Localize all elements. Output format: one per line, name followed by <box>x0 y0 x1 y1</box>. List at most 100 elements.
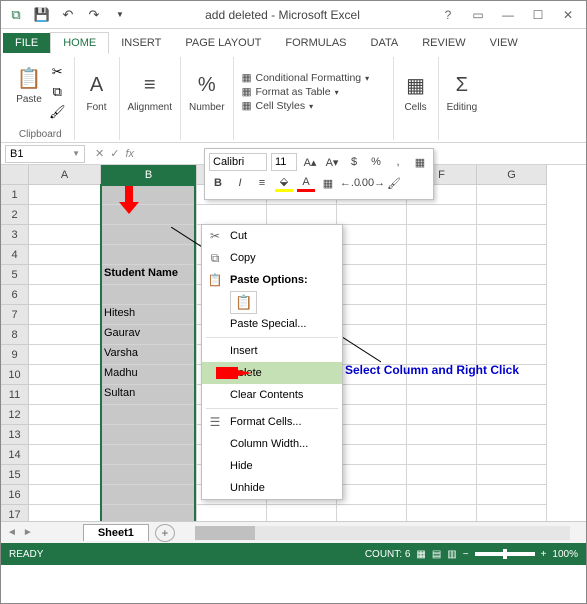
cell-F12[interactable] <box>407 405 477 425</box>
increase-font-icon[interactable]: A▴ <box>301 153 319 171</box>
cell-G4[interactable] <box>477 245 547 265</box>
ctx-unhide[interactable]: Unhide <box>202 477 342 499</box>
cell-E11[interactable] <box>337 385 407 405</box>
excel-icon[interactable]: ⧉ <box>5 4 27 26</box>
cell-B11[interactable]: Sultan <box>101 385 197 405</box>
cell-G6[interactable] <box>477 285 547 305</box>
cell-G13[interactable] <box>477 425 547 445</box>
cell-E2[interactable] <box>337 205 407 225</box>
cell-A15[interactable] <box>29 465 101 485</box>
cell-G14[interactable] <box>477 445 547 465</box>
cell-E17[interactable] <box>337 505 407 521</box>
font-color-icon[interactable]: A <box>297 174 315 192</box>
decrease-decimal-icon[interactable]: .00→ <box>363 174 381 192</box>
tab-file[interactable]: FILE <box>3 33 50 53</box>
row-header-2[interactable]: 2 <box>1 205 29 225</box>
cell-G8[interactable] <box>477 325 547 345</box>
row-header-5[interactable]: 5 <box>1 265 29 285</box>
ctx-paste-btn[interactable]: 📋 <box>202 291 342 313</box>
save-icon[interactable]: 💾 <box>31 4 53 26</box>
cell-F2[interactable] <box>407 205 477 225</box>
borders-mini-icon[interactable]: ▦ <box>411 153 429 171</box>
row-header-9[interactable]: 9 <box>1 345 29 365</box>
editing-button[interactable]: ΣEditing <box>447 72 478 113</box>
cell-A8[interactable] <box>29 325 101 345</box>
cell-G16[interactable] <box>477 485 547 505</box>
conditional-formatting-button[interactable]: ▦Conditional Formatting▾ <box>242 72 370 84</box>
cell-B10[interactable]: Madhu <box>101 365 197 385</box>
cell-A2[interactable] <box>29 205 101 225</box>
copy-icon[interactable]: ⧉ <box>49 84 66 100</box>
row-header-1[interactable]: 1 <box>1 185 29 205</box>
ctx-clear[interactable]: Clear Contents <box>202 384 342 406</box>
cell-B15[interactable] <box>101 465 197 485</box>
cell-G17[interactable] <box>477 505 547 521</box>
cell-G9[interactable] <box>477 345 547 365</box>
cell-F13[interactable] <box>407 425 477 445</box>
cell-A12[interactable] <box>29 405 101 425</box>
cell-A13[interactable] <box>29 425 101 445</box>
cell-A10[interactable] <box>29 365 101 385</box>
bold-icon[interactable]: B <box>209 174 227 192</box>
zoom-in-icon[interactable]: + <box>541 549 547 560</box>
cell-G7[interactable] <box>477 305 547 325</box>
ctx-copy[interactable]: ⧉Copy <box>202 247 342 269</box>
row-header-10[interactable]: 10 <box>1 365 29 385</box>
new-sheet-button[interactable]: + <box>155 524 175 542</box>
sheet-tab-active[interactable]: Sheet1 <box>83 524 149 541</box>
fill-color-icon[interactable]: ⬙ <box>275 174 293 192</box>
cell-F15[interactable] <box>407 465 477 485</box>
cell-A1[interactable] <box>29 185 101 205</box>
column-header-A[interactable]: A <box>29 165 101 185</box>
comma-icon[interactable]: , <box>389 153 407 171</box>
tab-view[interactable]: VIEW <box>478 33 530 53</box>
cell-C2[interactable] <box>197 205 267 225</box>
currency-icon[interactable]: $ <box>345 153 363 171</box>
tab-formulas[interactable]: FORMULAS <box>273 33 358 53</box>
ctx-hide[interactable]: Hide <box>202 455 342 477</box>
increase-decimal-icon[interactable]: ←.0 <box>341 174 359 192</box>
cell-F9[interactable] <box>407 345 477 365</box>
font-button[interactable]: AFont <box>83 72 111 113</box>
row-header-4[interactable]: 4 <box>1 245 29 265</box>
row-header-14[interactable]: 14 <box>1 445 29 465</box>
row-header-7[interactable]: 7 <box>1 305 29 325</box>
undo-icon[interactable]: ↶ <box>57 4 79 26</box>
cell-B13[interactable] <box>101 425 197 445</box>
italic-icon[interactable]: I <box>231 174 249 192</box>
cell-A11[interactable] <box>29 385 101 405</box>
cell-F3[interactable] <box>407 225 477 245</box>
border-icon[interactable]: ▦ <box>319 174 337 192</box>
ctx-insert[interactable]: Insert <box>202 340 342 362</box>
row-header-17[interactable]: 17 <box>1 505 29 521</box>
cell-G2[interactable] <box>477 205 547 225</box>
column-header-B[interactable]: B <box>101 165 197 185</box>
view-normal-icon[interactable]: ▦ <box>416 549 425 560</box>
format-as-table-button[interactable]: ▦Format as Table▾ <box>242 86 339 98</box>
cell-A16[interactable] <box>29 485 101 505</box>
tab-review[interactable]: REVIEW <box>410 33 477 53</box>
percent-icon[interactable]: % <box>367 153 385 171</box>
minimize-icon[interactable]: — <box>494 5 522 25</box>
format-painter-mini-icon[interactable]: 🖌 <box>385 174 403 192</box>
view-pagebreak-icon[interactable]: ▥ <box>447 549 456 560</box>
row-header-6[interactable]: 6 <box>1 285 29 305</box>
cell-F4[interactable] <box>407 245 477 265</box>
cell-E13[interactable] <box>337 425 407 445</box>
cell-F16[interactable] <box>407 485 477 505</box>
sheet-nav-next[interactable]: ► <box>23 527 33 538</box>
cell-G3[interactable] <box>477 225 547 245</box>
row-header-13[interactable]: 13 <box>1 425 29 445</box>
cell-A5[interactable] <box>29 265 101 285</box>
format-painter-icon[interactable]: 🖌 <box>49 104 66 120</box>
row-header-3[interactable]: 3 <box>1 225 29 245</box>
cell-A17[interactable] <box>29 505 101 521</box>
zoom-slider[interactable] <box>475 552 535 556</box>
cell-E14[interactable] <box>337 445 407 465</box>
cell-F17[interactable] <box>407 505 477 521</box>
paste-button[interactable]: 📋 Paste <box>15 64 43 105</box>
cell-E12[interactable] <box>337 405 407 425</box>
tab-insert[interactable]: INSERT <box>109 33 173 53</box>
cell-A4[interactable] <box>29 245 101 265</box>
name-box[interactable]: B1▼ <box>5 145 85 163</box>
